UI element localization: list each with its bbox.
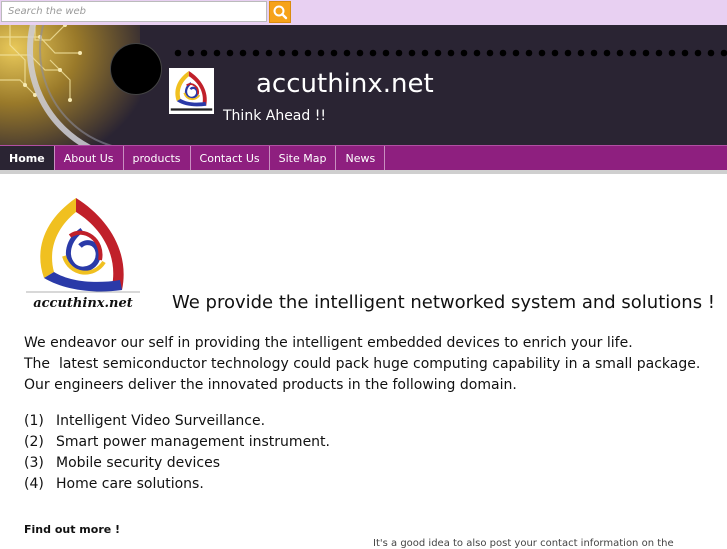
intro-line: Our engineers deliver the innovated prod… — [24, 377, 517, 393]
nav-item-about-us[interactable]: About Us — [55, 146, 124, 170]
domain-list: (1) Intelligent Video Surveillance. (2) … — [24, 411, 330, 495]
list-item: (2) Smart power management instrument. — [24, 432, 330, 453]
site-title[interactable]: accuthinx.net — [256, 69, 434, 99]
nav-item-home[interactable]: Home — [0, 146, 55, 170]
list-item-number: (4) — [24, 476, 44, 492]
list-item-number: (3) — [24, 455, 44, 471]
search-input[interactable] — [1, 1, 267, 22]
nav-item-news[interactable]: News — [336, 146, 386, 170]
intro-paragraph: We endeavor our self in providing the in… — [24, 333, 700, 396]
site-header: accuthinx.net Think Ahead !! — [0, 25, 727, 145]
contact-info-text: It's a good idea to also post your conta… — [373, 538, 674, 549]
site-tagline: Think Ahead !! — [223, 108, 326, 124]
search-bar — [0, 0, 727, 25]
list-item: (4) Home care solutions. — [24, 474, 330, 495]
header-logo[interactable] — [169, 68, 214, 114]
nav-item-contact-us[interactable]: Contact Us — [191, 146, 270, 170]
list-item-text: Intelligent Video Surveillance. — [56, 413, 266, 429]
accuthinx-logo-icon — [170, 71, 213, 111]
nav-item-products[interactable]: products — [124, 146, 191, 170]
list-item-text: Home care solutions. — [56, 476, 204, 492]
nav-item-site-map[interactable]: Site Map — [270, 146, 337, 170]
list-item-number: (1) — [24, 413, 44, 429]
search-icon — [273, 5, 288, 20]
intro-line: We endeavor our self in providing the in… — [24, 335, 633, 351]
find-out-more-link[interactable]: Find out more ! — [24, 523, 120, 536]
main-nav: Home About Us products Contact Us Site M… — [0, 145, 727, 170]
list-item: (1) Intelligent Video Surveillance. — [24, 411, 330, 432]
company-logo: accuthinx.net — [24, 190, 142, 312]
search-button[interactable] — [269, 1, 291, 23]
dotted-line — [174, 49, 727, 57]
main-headline: We provide the intelligent networked sys… — [172, 292, 716, 313]
decorative-circle — [110, 43, 162, 95]
nav-divider — [0, 170, 727, 174]
list-item: (3) Mobile security devices — [24, 453, 330, 474]
list-item-number: (2) — [24, 434, 44, 450]
logo-text: accuthinx.net — [33, 296, 133, 311]
list-item-text: Smart power management instrument. — [56, 434, 330, 450]
list-item-text: Mobile security devices — [56, 455, 221, 471]
intro-line: The latest semiconductor technology coul… — [24, 356, 701, 372]
